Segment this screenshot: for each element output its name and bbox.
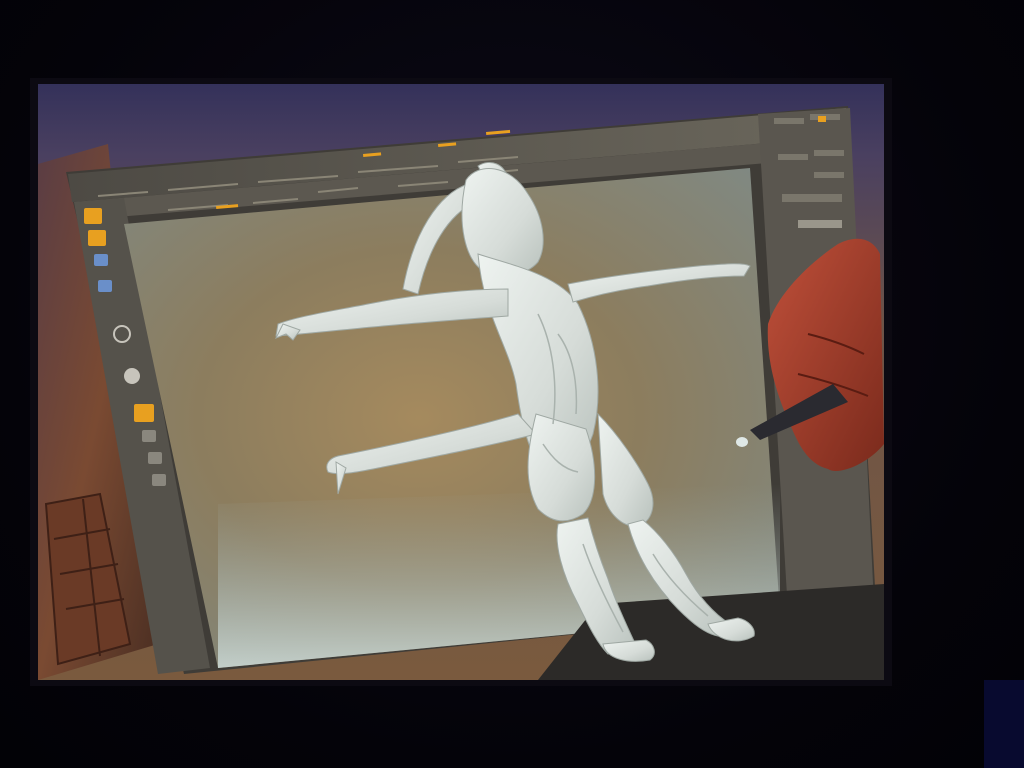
projection-screen (38, 84, 884, 680)
slider-marker (486, 129, 511, 135)
material-sphere-icon (124, 368, 140, 384)
brush-icon (84, 208, 102, 224)
stroke-icon (152, 474, 166, 486)
alpha-icon (98, 280, 112, 292)
stage-light-edge (984, 680, 1024, 768)
stroke-icon (148, 452, 162, 464)
alpha-icon (142, 430, 156, 442)
projected-photo (38, 106, 884, 680)
stroke-icon (94, 254, 108, 266)
brush-icon (134, 404, 154, 422)
brush-icon (88, 230, 106, 246)
